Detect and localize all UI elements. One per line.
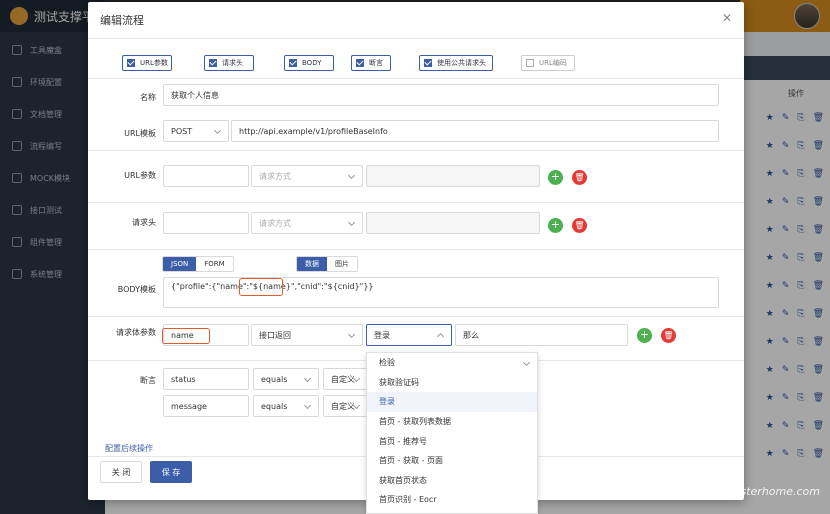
highlight-name-placeholder [239,278,283,296]
body-format-toggle: JSON FORM [162,256,234,272]
checkbox-icon [127,59,135,67]
header-key-input[interactable] [163,212,249,234]
highlight-param-name [162,328,210,344]
checkbox-url-encode[interactable]: URL编码 [521,55,575,71]
name-input[interactable]: 获取个人信息 [163,84,719,106]
url-input[interactable]: http://api.example/v1/profileBaseInfo [231,120,719,142]
dropdown-option[interactable]: 首页 - 获取 - 页面 [367,451,537,471]
checkbox-public-headers[interactable]: 使用公共请求头 [419,55,493,71]
checkbox-assert[interactable]: 断言 [351,55,391,71]
dropdown-option[interactable]: 检验 [367,353,537,373]
url-template-label: URL模板 [124,129,156,138]
delete-body-param-button[interactable]: 🗑 [661,328,676,343]
url-params-label: URL参数 [124,171,156,180]
checkbox-url-params[interactable]: URL参数 [122,55,172,71]
dropdown-option-selected[interactable]: 登录 [367,392,537,412]
tab-json[interactable]: JSON [163,257,197,271]
assert-field-input[interactable]: status [163,368,249,390]
header-mode-select[interactable]: 请求方式 [251,212,363,234]
headers-label: 请求头 [132,218,156,227]
assert-kind-select[interactable]: 自定义 [323,395,368,417]
dropdown-option[interactable]: 首页 - 推荐号 [367,431,537,451]
dropdown-option[interactable]: 首页 - 获取列表数据 [367,412,537,432]
checkbox-icon [356,59,364,67]
checkbox-icon [424,59,432,67]
assert-field-input[interactable]: message [163,395,249,417]
divider [88,202,744,203]
url-param-key-input[interactable] [163,165,249,187]
add-url-param-button[interactable]: + [548,170,563,185]
assert-kind-select[interactable]: 自定义 [323,368,368,390]
delete-url-param-button[interactable]: 🗑 [572,170,587,185]
dropdown-option[interactable]: 获取首页状态 [367,471,537,491]
add-body-param-button[interactable]: + [637,328,652,343]
add-header-button[interactable]: + [548,218,563,233]
checkbox-headers[interactable]: 请求头 [204,55,254,71]
close-button[interactable]: 关 闭 [100,461,142,483]
modal-title: 编辑流程 [100,14,144,27]
body-params-label: 请求体参数 [116,328,156,337]
body-param-flow-select[interactable]: 登录 [366,324,452,346]
body-param-source-select[interactable]: 接口返回 [251,324,363,346]
checkbox-icon [209,59,217,67]
divider [88,38,744,39]
assert-label: 断言 [140,376,156,385]
configure-followup-link[interactable]: 配置后续操作 [105,443,153,454]
checkbox-icon [289,59,297,67]
assert-op-select[interactable]: equals [253,395,319,417]
divider [88,150,744,151]
save-button[interactable]: 保 存 [150,461,192,483]
watermark: testerhome.com [729,485,820,498]
assert-op-select[interactable]: equals [253,368,319,390]
dropdown-option[interactable]: 获取验证码 [367,373,537,393]
close-icon[interactable]: ✕ [722,11,732,25]
dropdown-option[interactable]: 首页识别 - Eocr [367,490,537,510]
divider [88,249,744,250]
body-type-toggle: 数据 图片 [296,256,358,272]
divider [88,316,744,317]
flow-dropdown-menu: 检验 获取验证码 登录 首页 - 获取列表数据 首页 - 推荐号 首页 - 获取… [366,352,538,514]
delete-header-button[interactable]: 🗑 [572,218,587,233]
tab-data[interactable]: 数据 [297,257,327,271]
header-value-input[interactable] [366,212,540,234]
checkbox-body[interactable]: BODY [284,55,334,71]
tab-form[interactable]: FORM [196,257,232,271]
name-label: 名称 [140,93,156,102]
divider [88,78,744,79]
url-param-mode-select[interactable]: 请求方式 [251,165,363,187]
checkbox-icon [526,59,534,67]
body-template-label: BODY模板 [117,285,156,294]
tab-image[interactable]: 图片 [327,257,357,271]
body-param-target-input[interactable]: 那么 [455,324,628,346]
url-param-value-input[interactable] [366,165,540,187]
method-select[interactable]: POST [163,120,229,142]
